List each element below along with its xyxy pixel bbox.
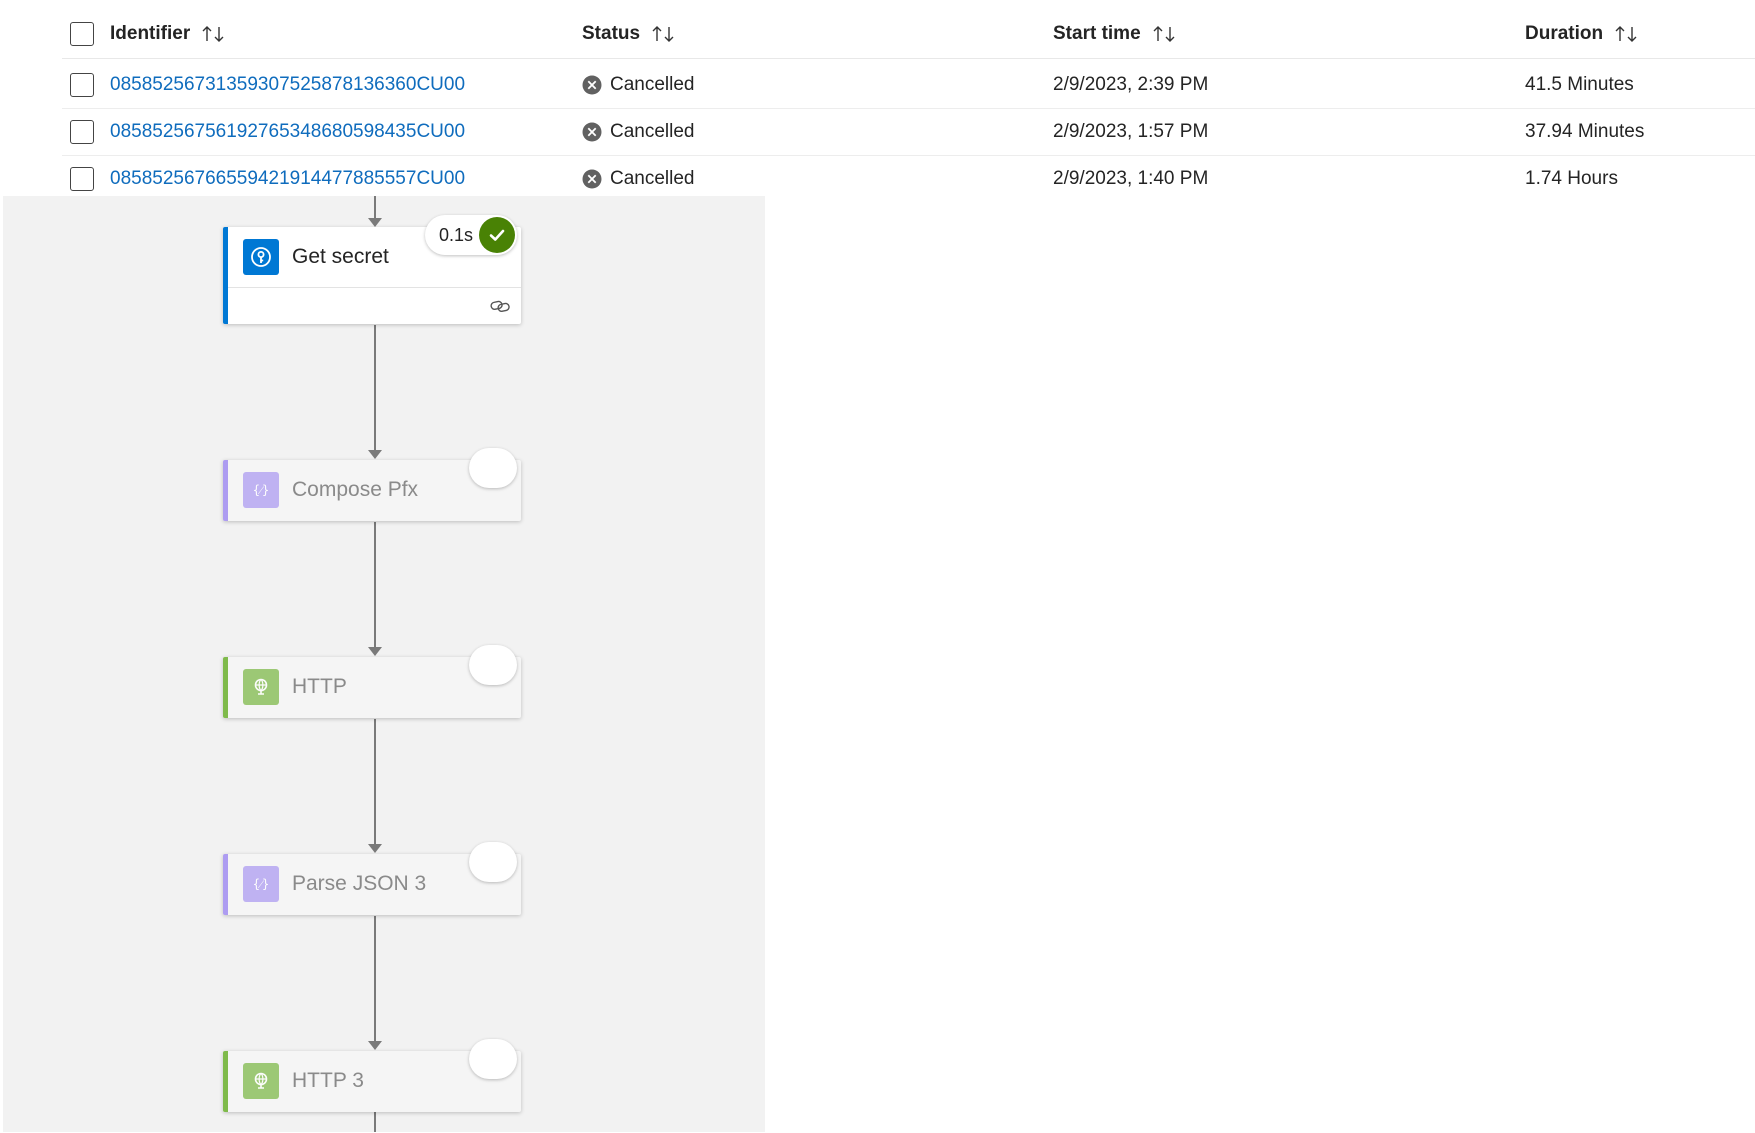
card-accent bbox=[223, 1051, 228, 1112]
cancelled-icon bbox=[582, 122, 602, 141]
connector-arrow bbox=[368, 1041, 382, 1050]
action-card-parse-json-3[interactable]: {⁄} Parse JSON 3 bbox=[223, 842, 521, 915]
action-title: Compose Pfx bbox=[292, 478, 419, 501]
run-status-badge bbox=[469, 448, 517, 488]
action-card-http[interactable]: HTTP bbox=[223, 645, 521, 718]
start-time: 2/9/2023, 2:39 PM bbox=[1053, 73, 1209, 95]
run-history-table: Identifier Status Start time Duration 08… bbox=[0, 0, 1755, 196]
connector-line bbox=[374, 719, 376, 849]
run-status-badge bbox=[469, 842, 517, 882]
sort-icon[interactable] bbox=[1151, 24, 1179, 44]
cancelled-icon bbox=[582, 169, 602, 188]
run-status-badge bbox=[469, 645, 517, 685]
sort-icon[interactable] bbox=[650, 24, 678, 44]
connector-arrow bbox=[368, 450, 382, 459]
status-text: Cancelled bbox=[610, 73, 695, 95]
connector-line bbox=[374, 522, 376, 652]
run-status-badge bbox=[469, 1039, 517, 1079]
action-card-http-3[interactable]: HTTP 3 bbox=[223, 1039, 521, 1112]
table-row[interactable]: 08585256731359307525878136360CU00 Cancel… bbox=[62, 61, 1755, 109]
action-duration: 0.1s bbox=[438, 224, 473, 245]
table-row[interactable]: 08585256766559421914477885557CU00 Cancel… bbox=[62, 155, 1755, 202]
run-identifier-link[interactable]: 08585256731359307525878136360CU00 bbox=[110, 74, 465, 96]
duration: 1.74 Hours bbox=[1525, 167, 1618, 189]
action-card-get-secret[interactable]: Get secret 0.1s bbox=[223, 215, 521, 324]
action-title: HTTP bbox=[292, 675, 347, 698]
duration: 37.94 Minutes bbox=[1525, 120, 1645, 142]
duration: 41.5 Minutes bbox=[1525, 73, 1634, 95]
card-accent bbox=[223, 460, 228, 521]
action-title: HTTP 3 bbox=[292, 1069, 364, 1092]
key-vault-icon bbox=[243, 239, 279, 275]
parse-json-icon: {⁄} bbox=[243, 866, 279, 902]
column-label: Identifier bbox=[110, 23, 191, 44]
sort-icon[interactable] bbox=[1613, 24, 1641, 44]
column-header-start-time[interactable]: Start time bbox=[1053, 10, 1179, 58]
row-checkbox[interactable] bbox=[70, 166, 94, 191]
connector-line bbox=[374, 325, 376, 455]
checkmark-icon bbox=[479, 217, 515, 253]
action-title: Get secret bbox=[292, 245, 389, 268]
column-header-duration[interactable]: Duration bbox=[1525, 10, 1641, 58]
run-identifier-link[interactable]: 08585256766559421914477885557CU00 bbox=[110, 168, 465, 190]
column-label: Duration bbox=[1525, 23, 1604, 44]
card-footer bbox=[228, 287, 521, 324]
column-header-status[interactable]: Status bbox=[582, 10, 678, 58]
svg-text:{⁄}: {⁄} bbox=[253, 877, 269, 891]
workflow-designer-canvas[interactable]: Get secret 0.1s {⁄} Compose Pfx HTTP {⁄}… bbox=[3, 196, 765, 1132]
svg-text:{⁄}: {⁄} bbox=[253, 483, 269, 497]
column-header-identifier[interactable]: Identifier bbox=[110, 10, 228, 58]
start-time: 2/9/2023, 1:57 PM bbox=[1053, 120, 1209, 142]
http-globe-icon bbox=[243, 1063, 279, 1099]
status-text: Cancelled bbox=[610, 120, 695, 142]
sort-icon[interactable] bbox=[200, 24, 228, 44]
table-header: Identifier Status Start time Duration bbox=[62, 10, 1755, 59]
status-text: Cancelled bbox=[610, 167, 695, 189]
run-status-badge: 0.1s bbox=[424, 215, 517, 255]
connector-line bbox=[374, 916, 376, 1046]
table-row[interactable]: 08585256756192765348680598435CU00 Cancel… bbox=[62, 108, 1755, 156]
connector-arrow bbox=[368, 647, 382, 656]
http-globe-icon bbox=[243, 669, 279, 705]
compose-icon: {⁄} bbox=[243, 472, 279, 508]
card-accent bbox=[223, 854, 228, 915]
column-label: Status bbox=[582, 23, 641, 44]
start-time: 2/9/2023, 1:40 PM bbox=[1053, 167, 1209, 189]
connector-arrow bbox=[368, 218, 382, 227]
action-card-compose-pfx[interactable]: {⁄} Compose Pfx bbox=[223, 448, 521, 521]
row-checkbox[interactable] bbox=[70, 119, 94, 144]
connector-arrow bbox=[368, 844, 382, 853]
run-identifier-link[interactable]: 08585256756192765348680598435CU00 bbox=[110, 121, 465, 143]
card-accent bbox=[223, 657, 228, 718]
column-label: Start time bbox=[1053, 23, 1141, 44]
select-all-checkbox[interactable] bbox=[70, 22, 94, 46]
cancelled-icon bbox=[582, 75, 602, 94]
row-checkbox[interactable] bbox=[70, 72, 94, 97]
action-title: Parse JSON 3 bbox=[292, 872, 427, 895]
connector-line bbox=[374, 1112, 376, 1132]
connection-link-icon[interactable] bbox=[489, 297, 511, 315]
